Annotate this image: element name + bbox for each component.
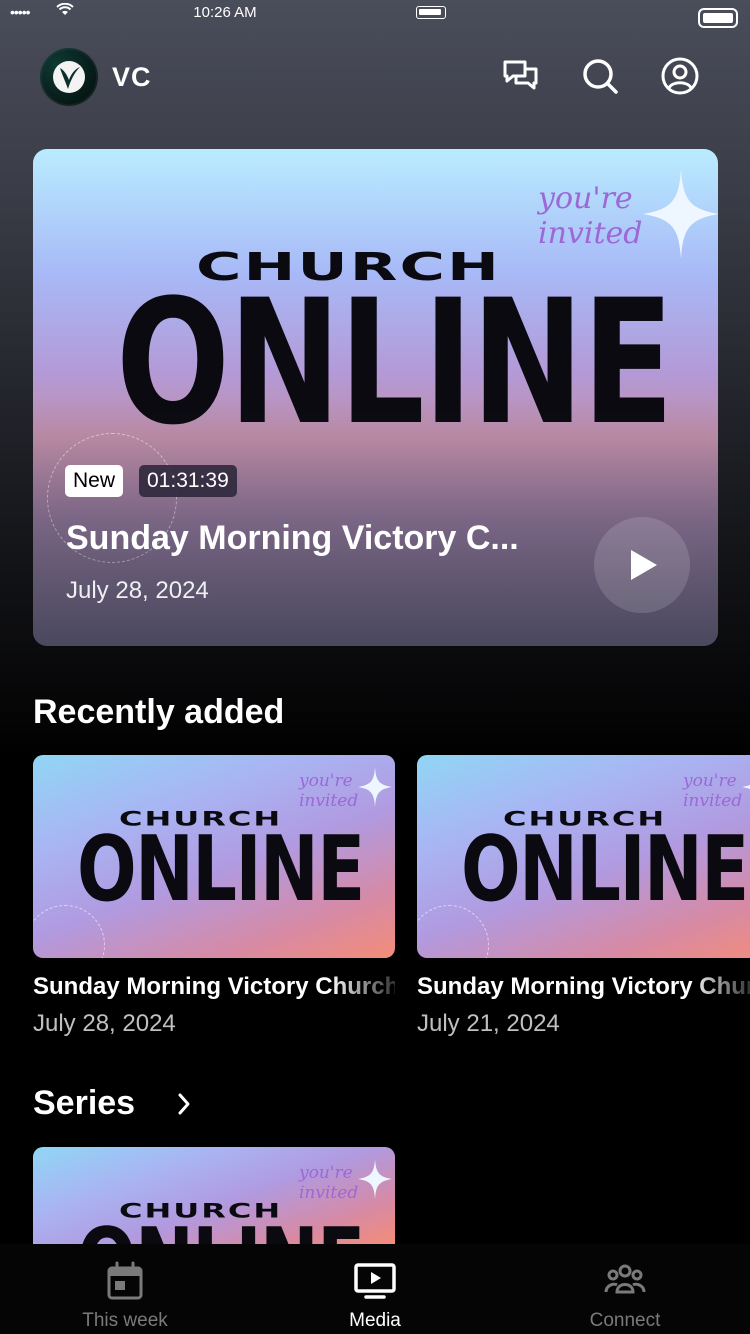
battery-icon-large (698, 8, 738, 28)
sparkle-icon (358, 1159, 392, 1199)
sparkle-icon (358, 767, 392, 807)
duration-badge: 01:31:39 (139, 465, 237, 497)
tv-icon (354, 1263, 396, 1299)
artwork-online-text: ONLINE (461, 817, 749, 922)
series-heading[interactable]: Series (33, 1084, 135, 1123)
search-icon[interactable] (580, 56, 620, 96)
tab-label: Connect (589, 1310, 661, 1331)
artwork-invited-text: you're invited (683, 771, 743, 811)
play-button[interactable] (594, 517, 690, 613)
sparkle-icon (742, 784, 750, 790)
account-icon[interactable] (660, 56, 700, 96)
recent-video-date: July 28, 2024 (33, 1010, 176, 1037)
featured-video-card[interactable]: you're invited CHURCH ONLINE New 01:31:3… (33, 149, 718, 646)
new-badge: New (65, 465, 124, 497)
app-header: VC (0, 46, 750, 108)
tab-this-week[interactable]: This week (0, 1244, 250, 1334)
status-bar: ••••• 10:26 AM (0, 0, 750, 30)
people-icon (604, 1264, 646, 1294)
chevron-right-icon[interactable] (176, 1092, 192, 1116)
tab-media[interactable]: Media (250, 1244, 500, 1334)
bottom-tab-bar: This week Media Connect (0, 1244, 750, 1334)
tab-label: Media (349, 1310, 401, 1331)
recently-added-heading: Recently added (33, 693, 285, 731)
recent-video-thumbnail[interactable]: you're invited CHURCH ONLINE (33, 755, 395, 958)
artwork-online-text: ONLINE (77, 1217, 365, 1245)
artwork-online-text: ONLINE (77, 817, 365, 922)
play-icon (631, 550, 657, 580)
recent-video-date: July 21, 2024 (417, 1010, 560, 1037)
recent-video-thumbnail[interactable]: you're invited CHURCH ONLINE (417, 755, 750, 958)
status-time: 10:26 AM (193, 4, 257, 21)
calendar-icon (107, 1261, 143, 1300)
tab-label: This week (82, 1310, 168, 1331)
tab-connect[interactable]: Connect (500, 1244, 750, 1334)
recent-video-title: Sunday Morning Victory Church (417, 973, 750, 1000)
battery-icon (416, 6, 446, 19)
chat-icon[interactable] (501, 56, 541, 96)
featured-video-date: July 28, 2024 (66, 577, 209, 604)
brand-name: VC (112, 62, 152, 92)
featured-video-title: Sunday Morning Victory C... (66, 519, 519, 557)
recent-video-title: Sunday Morning Victory Church (33, 973, 395, 1000)
series-thumbnail[interactable]: you're invited CHURCH ONLINE (33, 1147, 395, 1244)
church-logo[interactable] (40, 48, 98, 106)
